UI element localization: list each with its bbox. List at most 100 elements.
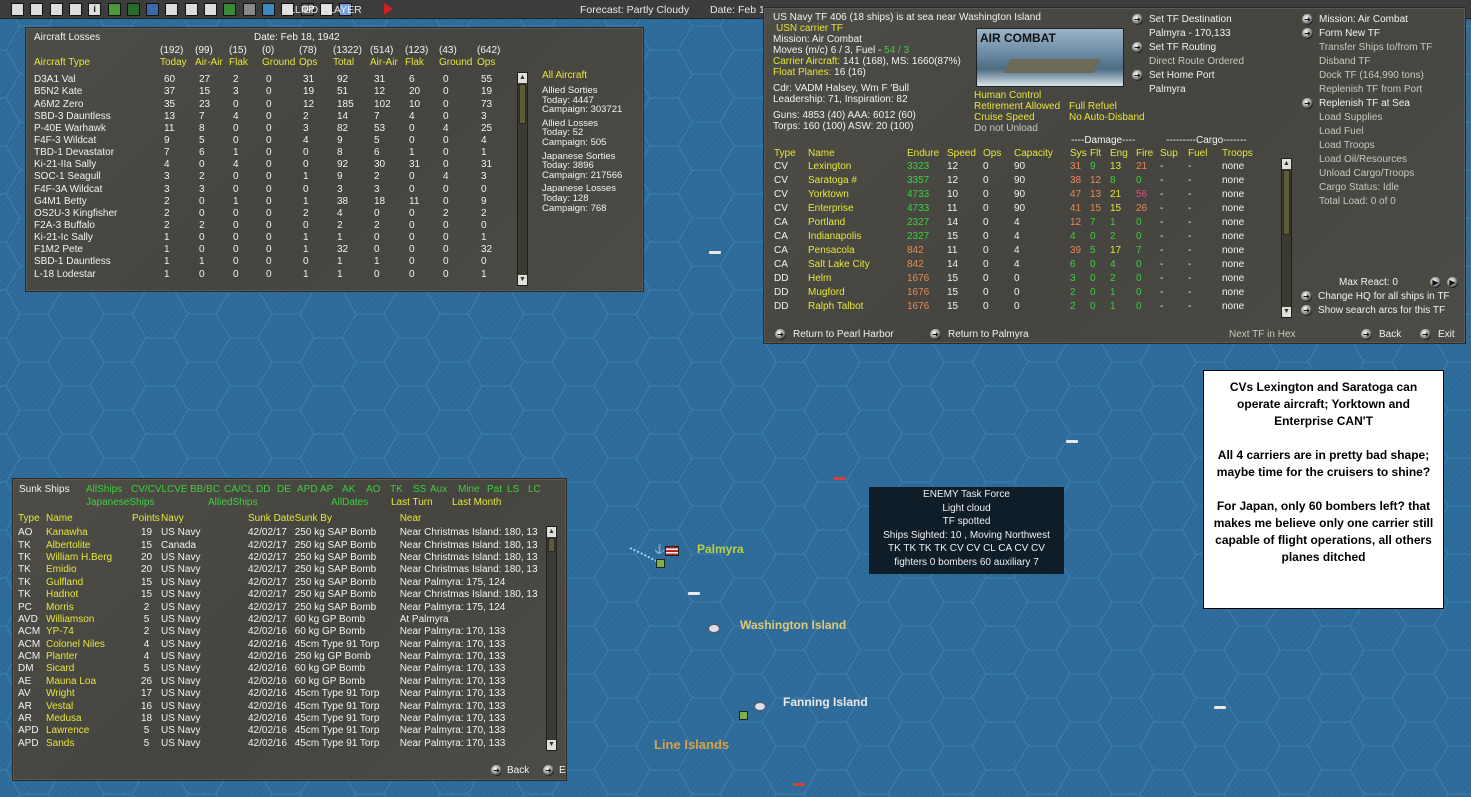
airfield-icon[interactable]	[204, 3, 217, 16]
ship-type-filter[interactable]: Pat	[487, 484, 502, 495]
enemy-ship-marker-icon[interactable]	[834, 477, 846, 480]
ship-row[interactable]: CA Indianapolis 2327 15 0 4 4 0 2 0 - - none	[774, 230, 1282, 244]
table-row[interactable]: TK Albertolite 15 Canada 42/02/17 250 kg SAP …	[18, 539, 550, 551]
map-label-fanning-island[interactable]: Fanning Island	[783, 695, 868, 709]
base-icon[interactable]	[184, 3, 198, 16]
column-header[interactable]: Ground	[439, 57, 477, 69]
column-header[interactable]: Near	[400, 510, 550, 527]
table-row[interactable]: ACM Colonel Niles 4 US Navy 42/02/16 45cm Typ…	[18, 639, 550, 651]
column-header[interactable]: Name	[46, 510, 132, 527]
scroll-down-icon[interactable]: ▼	[518, 275, 527, 285]
ship-list-icon[interactable]	[49, 3, 63, 16]
tf-command-button[interactable]: Disband TF	[1302, 56, 1432, 70]
ship-row[interactable]: DD Helm 1676 15 0 0 3 0 2 0 - - none	[774, 272, 1282, 286]
scroll-up-icon[interactable]: ▲	[547, 527, 556, 537]
column-header[interactable]: Sunk Date	[248, 510, 295, 527]
table-row[interactable]: L-18 Lodestar 1 0 0 0 1 1 0 0 0 1	[34, 269, 517, 281]
scroll-up-icon[interactable]: ▲	[1282, 159, 1291, 169]
column-header[interactable]: Sunk By	[295, 510, 400, 527]
ship-row[interactable]: DD Mugford 1676 15 0 0 2 0 1 0 - - none	[774, 286, 1282, 300]
ship-type-filter[interactable]: AK	[342, 484, 355, 495]
tf-command-button[interactable]: Load Troops	[1302, 140, 1432, 154]
ship-type-filter[interactable]: SS	[413, 484, 426, 495]
table-row[interactable]: F2A-3 Buffalo 2 2 0 0 0 2 2 0 0 0	[34, 220, 517, 232]
ship-name[interactable]: Enterprise	[808, 202, 907, 216]
ground-units-icon[interactable]	[242, 3, 256, 16]
column-header[interactable]: Ops	[299, 57, 333, 69]
table-row[interactable]: TBD-1 Devastator 7 6 1 0 0 8 6 1 0 1	[34, 147, 517, 159]
table-row[interactable]: AR Vestal 16 US Navy 42/02/16 45cm Type 91 To…	[18, 700, 550, 712]
ship-type-filter[interactable]: CV/CVL	[131, 484, 167, 495]
ship-type-filter[interactable]: BB/BC	[190, 484, 220, 495]
scroll-thumb[interactable]	[548, 538, 555, 552]
base-icon[interactable]	[739, 711, 748, 720]
column-header[interactable]: Eng	[1110, 147, 1136, 160]
table-row[interactable]: ACM YP-74 2 US Navy 42/02/16 60 kg GP Bomb Nea…	[18, 626, 550, 638]
table-row[interactable]: AV Wright 17 US Navy 42/02/16 45cm Type 91 To…	[18, 688, 550, 700]
end-turn-icon[interactable]	[382, 3, 395, 16]
ship-marker-icon[interactable]	[1214, 706, 1226, 709]
column-header[interactable]: Today	[160, 57, 195, 69]
column-header[interactable]: Capacity	[1014, 147, 1070, 160]
tf-command-button[interactable]: Total Load: 0 of 0	[1302, 196, 1432, 210]
aircraft-red-icon[interactable]	[126, 3, 140, 16]
flag-unload[interactable]: Do not Unload	[974, 123, 1038, 134]
tf-command-button[interactable]: ➜ Replenish TF at Sea	[1302, 98, 1432, 112]
ship-marker-icon[interactable]	[709, 251, 721, 254]
table-row[interactable]: Ki-21-IIa Sally 4 0 4 0 0 92 30 31 0 31	[34, 159, 517, 171]
step-icon[interactable]: ▶	[1447, 277, 1458, 288]
table-row[interactable]: B5N2 Kate 37 15 3 0 19 51 12 20 0 19	[34, 86, 517, 98]
ship-type-filter[interactable]: TK	[390, 484, 403, 495]
map-label-washington-island[interactable]: Washington Island	[740, 618, 846, 632]
tf-command-button[interactable]: Load Fuel	[1302, 126, 1432, 140]
ship-name[interactable]: Mugford	[808, 286, 907, 300]
column-header[interactable]: Ground	[262, 57, 299, 69]
ship-type-filter[interactable]: AO	[366, 484, 380, 495]
info-icon[interactable]: i	[88, 3, 102, 16]
table-row[interactable]: D3A1 Val 60 27 2 0 31 92 31 6 0 55	[34, 74, 517, 86]
ship-type-filter[interactable]: CA/CL	[224, 484, 253, 495]
table-row[interactable]: F4F-3 Wildcat 9 5 0 0 4 9 5 0 0 4	[34, 135, 517, 147]
map-label-palmyra[interactable]: Palmyra	[697, 542, 744, 556]
us-flag-icon[interactable]	[665, 546, 679, 556]
table-row[interactable]: DM Sicard 5 US Navy 42/02/16 60 kg GP Bomb Nea…	[18, 663, 550, 675]
ship-row[interactable]: CA Salt Lake City 842 14 0 4 6 0 4 0 - - none	[774, 258, 1282, 272]
group-list-icon[interactable]	[68, 3, 82, 16]
ship-type-filter[interactable]: LS	[507, 484, 519, 495]
ship-name[interactable]: Indianapolis	[808, 230, 907, 244]
ship-marker-icon[interactable]	[1066, 440, 1078, 443]
ship-type-filter[interactable]: Mine	[458, 484, 480, 495]
flag-speed[interactable]: Cruise Speed	[974, 112, 1069, 123]
ship-type-filter[interactable]: APD	[297, 484, 318, 495]
aircraft-blue-icon[interactable]	[146, 3, 160, 16]
table-row[interactable]: Ki-21-Ic Sally 1 0 0 0 1 1 0 0 0 1	[34, 232, 517, 244]
column-header[interactable]: Flak	[405, 57, 439, 69]
table-row[interactable]: A6M2 Zero 35 23 0 0 12 185 102 10 0 73	[34, 99, 517, 111]
scroll-thumb[interactable]	[1283, 170, 1290, 235]
filter-allied-ships[interactable]: AlliedShips	[208, 497, 257, 508]
ship-row[interactable]: CV Saratoga #3357 12 0 90 38 12 8 0 - - none	[774, 174, 1282, 188]
filter-last-month[interactable]: Last Month	[452, 497, 501, 508]
column-header[interactable]: Speed	[947, 147, 983, 160]
table-row[interactable]: F4F-3A Wildcat 3 3 0 0 0 3 3 0 0 0	[34, 184, 517, 196]
ship-type-filter[interactable]: Aux	[430, 484, 447, 495]
star-icon[interactable]	[107, 3, 121, 16]
ship-row[interactable]: CV Lexington 3323 12 0 90 31 9 13 21 - - none	[774, 160, 1282, 174]
table-row[interactable]: PC Morris 2 US Navy 42/02/17 250 kg SAP Bomb N…	[18, 601, 550, 613]
column-header-aircraft-type[interactable]: Aircraft Type	[34, 57, 160, 69]
column-header[interactable]: Fuel	[1188, 147, 1222, 160]
globe-icon[interactable]	[261, 3, 275, 16]
ship-name[interactable]: Pensacola	[808, 244, 907, 258]
ship-row[interactable]: CA Pensacola 842 11 0 4 39 5 17 7 - - none	[774, 244, 1282, 258]
save-icon[interactable]	[11, 3, 24, 16]
column-header[interactable]: Air-Air	[195, 57, 229, 69]
ship-type-filter[interactable]: LC	[528, 484, 541, 495]
ship-row[interactable]: CV Enterprise 4733 11 0 90 41 15 15 26 - - none	[774, 202, 1282, 216]
table-row[interactable]: AO Kanawha 19 US Navy 42/02/17 250 kg SAP Bom…	[18, 527, 550, 539]
flag-refuel[interactable]: Full Refuel	[1069, 101, 1117, 112]
ship-name[interactable]: Portland	[808, 216, 907, 230]
flag-icon[interactable]	[165, 3, 179, 16]
chart-icon[interactable]	[223, 3, 237, 16]
table-row[interactable]: AVD Williamson 5 US Navy 42/02/17 60 kg GP Bo…	[18, 614, 550, 626]
table-row[interactable]: OS2U-3 Kingfisher 2 0 0 0 2 4 0 0 2 2	[34, 208, 517, 220]
